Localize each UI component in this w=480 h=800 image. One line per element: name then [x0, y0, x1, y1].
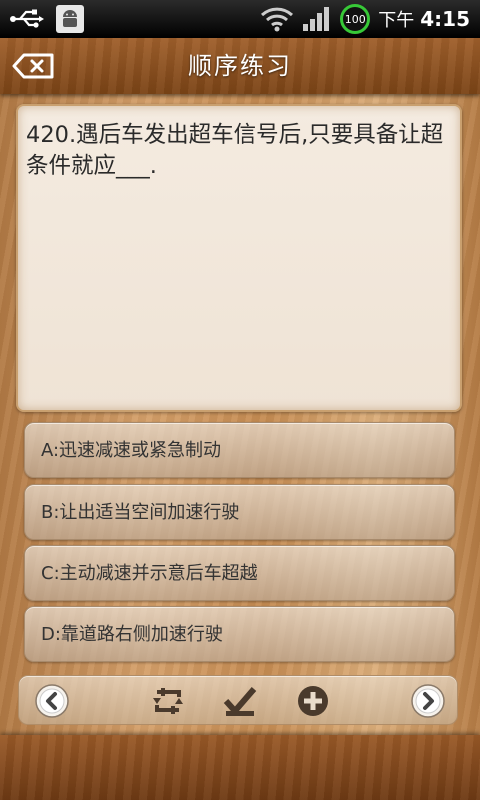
battery-level: 100	[344, 12, 366, 26]
clock-ampm: 下午	[378, 10, 415, 31]
clock-time: 4:15	[420, 7, 470, 31]
battery-icon: 100	[340, 4, 371, 34]
clock: 下午 4:15	[378, 6, 470, 32]
status-bar: 100 下午 4:15	[0, 0, 480, 38]
option-b[interactable]: B:让出适当空间加速行驶	[24, 484, 455, 540]
page-title: 顺序练习	[188, 52, 292, 80]
option-c[interactable]: C:主动减速并示意后车超越	[24, 545, 455, 601]
bottom-toolbar	[18, 675, 458, 725]
bottom-bar	[0, 735, 480, 800]
wifi-icon	[261, 7, 294, 32]
switch-icon[interactable]	[151, 684, 185, 718]
chevron-right-icon[interactable]	[411, 684, 445, 718]
option-a-label: A:迅速减速或紧急制动	[41, 440, 222, 461]
title-bar: 顺序练习	[0, 38, 480, 94]
question-text: 420.遇后车发出超车信号后,只要具备让超条件就应___.	[26, 122, 444, 179]
backspace-icon[interactable]	[12, 52, 56, 80]
chevron-left-icon[interactable]	[35, 684, 69, 718]
add-icon[interactable]	[296, 684, 330, 718]
option-c-label: C:主动减速并示意后车超越	[41, 563, 258, 584]
usb-icon	[10, 9, 44, 28]
option-b-label: B:让出适当空间加速行驶	[41, 502, 240, 523]
signal-icon	[303, 7, 330, 31]
option-d-label: D:靠道路右侧加速行驶	[41, 624, 223, 645]
android-debug-icon	[56, 5, 84, 33]
option-d[interactable]: D:靠道路右侧加速行驶	[24, 606, 455, 662]
question-card: 420.遇后车发出超车信号后,只要具备让超条件就应___.	[16, 104, 462, 412]
option-a[interactable]: A:迅速减速或紧急制动	[24, 422, 455, 478]
checklist-icon[interactable]	[223, 684, 257, 718]
